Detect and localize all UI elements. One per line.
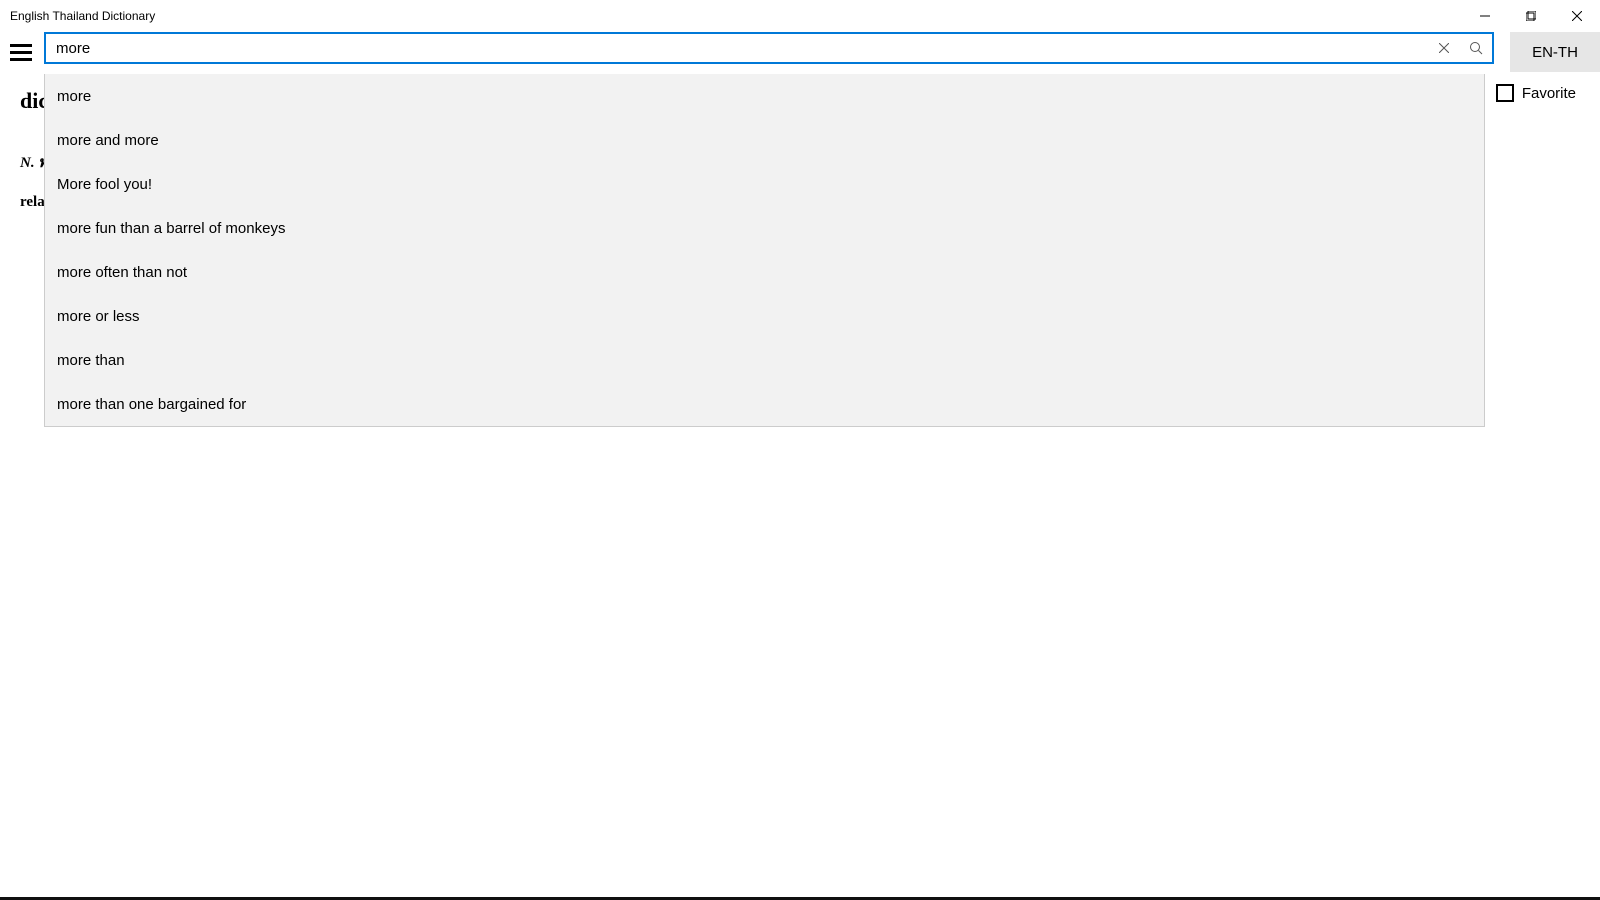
part-of-speech: N. — [20, 155, 35, 171]
toolbar: EN-TH — [0, 32, 1600, 72]
language-toggle-label: EN-TH — [1532, 44, 1578, 61]
suggestion-item[interactable]: more — [45, 74, 1484, 118]
window-controls — [1462, 0, 1600, 32]
search-input[interactable] — [44, 32, 1494, 64]
titlebar: English Thailand Dictionary — [0, 0, 1600, 32]
suggestion-item[interactable]: more than — [45, 338, 1484, 382]
suggestion-item[interactable]: more often than not — [45, 250, 1484, 294]
menu-icon[interactable] — [6, 32, 36, 72]
close-button[interactable] — [1554, 0, 1600, 32]
checkbox-icon — [1496, 84, 1514, 102]
suggestion-item[interactable]: more than one bargained for — [45, 382, 1484, 426]
search-container — [44, 32, 1494, 72]
favorite-label: Favorite — [1522, 85, 1576, 102]
clear-icon[interactable] — [1430, 32, 1458, 64]
favorite-toggle[interactable]: Favorite — [1496, 84, 1576, 102]
language-toggle-button[interactable]: EN-TH — [1510, 32, 1600, 72]
suggestions-dropdown: more more and more More fool you! more f… — [44, 74, 1485, 427]
window-title: English Thailand Dictionary — [10, 9, 155, 23]
suggestion-item[interactable]: More fool you! — [45, 162, 1484, 206]
search-icon[interactable] — [1462, 32, 1490, 64]
suggestion-item[interactable]: more or less — [45, 294, 1484, 338]
maximize-button[interactable] — [1508, 0, 1554, 32]
minimize-button[interactable] — [1462, 0, 1508, 32]
suggestion-item[interactable]: more and more — [45, 118, 1484, 162]
suggestion-item[interactable]: more fun than a barrel of monkeys — [45, 206, 1484, 250]
